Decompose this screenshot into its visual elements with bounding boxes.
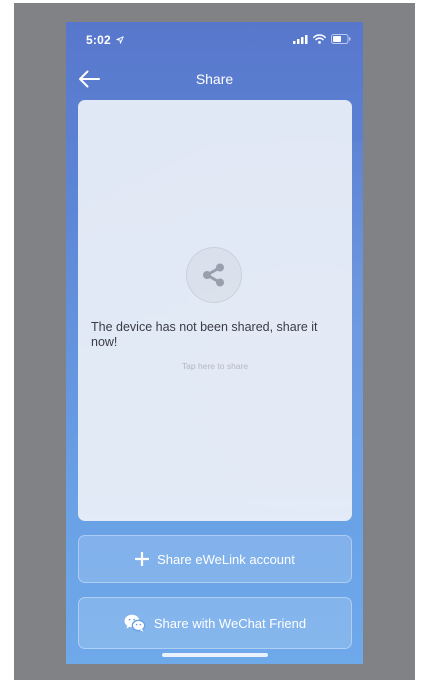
wechat-icon bbox=[124, 614, 146, 632]
tap-to-share-hint[interactable]: Tap here to share bbox=[78, 361, 352, 371]
home-indicator[interactable] bbox=[162, 653, 268, 657]
battery-icon bbox=[331, 34, 351, 44]
location-arrow-icon bbox=[116, 36, 125, 44]
wifi-icon bbox=[313, 34, 326, 44]
page-title: Share bbox=[195, 71, 234, 87]
phone-screen: 5:02 Share The device has not been share… bbox=[66, 22, 363, 664]
share-icon-circle bbox=[186, 247, 242, 303]
plus-icon bbox=[135, 552, 150, 566]
share-icon bbox=[203, 263, 224, 287]
share-account-label: Share eWeLink account bbox=[157, 551, 295, 567]
share-ewelink-account-button[interactable]: Share eWeLink account bbox=[78, 535, 352, 583]
navigation-bar: Share bbox=[66, 62, 363, 96]
status-indicators bbox=[293, 34, 351, 44]
cellular-signal-icon bbox=[293, 34, 308, 44]
status-bar: 5:02 bbox=[66, 22, 363, 56]
empty-share-message: The device has not been shared, share it… bbox=[91, 320, 318, 349]
share-wechat-friend-button[interactable]: Share with WeChat Friend bbox=[78, 597, 352, 649]
share-empty-state-card[interactable]: The device has not been shared, share it… bbox=[78, 100, 352, 521]
share-wechat-label: Share with WeChat Friend bbox=[153, 615, 307, 631]
status-time: 5:02 bbox=[86, 33, 125, 47]
